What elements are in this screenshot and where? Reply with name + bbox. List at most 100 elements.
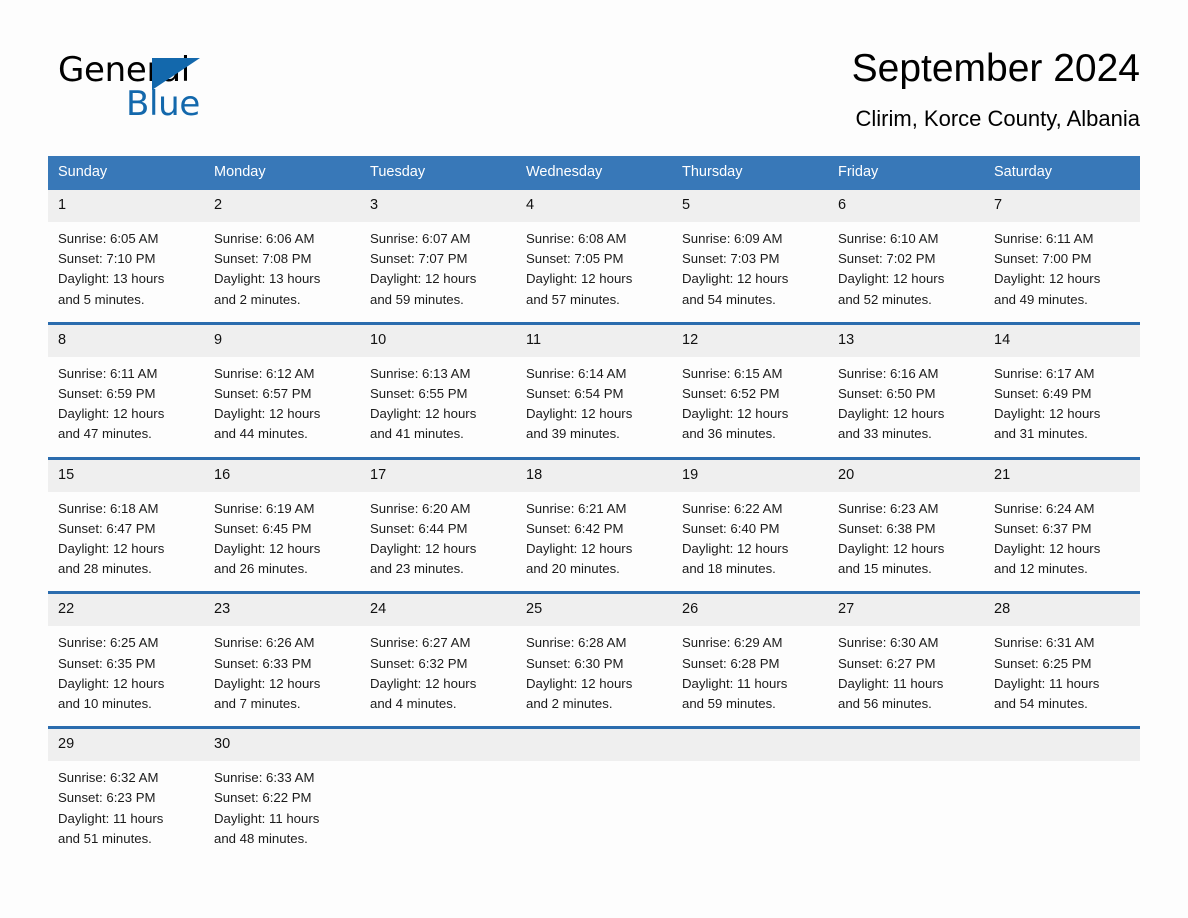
sunset-time: Sunset: 6:23 PM — [58, 790, 156, 806]
calendar-day-cell[interactable]: 10 Sunrise: 6:13 AM Sunset: 6:55 PM Dayligh… — [360, 321, 516, 459]
daylight-line-2: and 23 minutes. — [370, 561, 464, 577]
sunrise-time: Sunrise: 6:21 AM — [526, 500, 627, 516]
weekday-header-monday: Monday — [204, 156, 360, 190]
calendar-day-cell[interactable]: 28 Sunrise: 6:31 AM Sunset: 6:25 PM Dayligh… — [984, 591, 1140, 728]
daylight-line-2: and 20 minutes. — [526, 561, 620, 577]
calendar-day-cell[interactable]: 15 Sunrise: 6:18 AM Sunset: 6:47 PM Dayligh… — [48, 456, 204, 593]
calendar-day-cell[interactable]: 11 Sunrise: 6:14 AM Sunset: 6:54 PM Dayligh… — [516, 321, 672, 459]
sunset-time: Sunset: 6:35 PM — [58, 655, 156, 671]
daylight-line-2: and 31 minutes. — [994, 426, 1088, 442]
calendar-day-cell[interactable]: 19 Sunrise: 6:22 AM Sunset: 6:40 PM Dayligh… — [672, 456, 828, 593]
daylight-line-2: and 36 minutes. — [682, 426, 776, 442]
day-sun-info: Sunrise: 6:16 AM Sunset: 6:50 PM Daylight:… — [828, 357, 984, 457]
general-blue-logo[interactable]: General Blue — [48, 44, 288, 130]
day-cell-inner: 5 Sunrise: 6:09 AM Sunset: 7:03 PM Daylight… — [672, 190, 828, 322]
sunrise-time: Sunrise: 6:12 AM — [214, 365, 315, 381]
day-cell-inner: 7 Sunrise: 6:11 AM Sunset: 7:00 PM Daylight… — [984, 190, 1140, 322]
calendar-day-cell[interactable]: 12 Sunrise: 6:15 AM Sunset: 6:52 PM Dayligh… — [672, 321, 828, 459]
day-sun-info: Sunrise: 6:26 AM Sunset: 6:33 PM Daylight:… — [204, 626, 360, 726]
day-cell-inner: 8 Sunrise: 6:11 AM Sunset: 6:59 PM Daylight… — [48, 324, 204, 457]
day-cell-inner — [984, 729, 1140, 833]
page-subtitle: Clirim, Korce County, Albania — [855, 106, 1141, 131]
daylight-line-1: Daylight: 11 hours — [58, 810, 164, 826]
daylight-line-2: and 4 minutes. — [370, 696, 457, 712]
day-cell-inner: 18 Sunrise: 6:21 AM Sunset: 6:42 PM Dayligh… — [516, 459, 672, 592]
daylight-line-1: Daylight: 12 hours — [994, 271, 1101, 287]
calendar-day-cell[interactable]: 8 Sunrise: 6:11 AM Sunset: 6:59 PM Daylight… — [48, 321, 204, 459]
day-number: 24 — [360, 594, 516, 627]
daylight-line-1: Daylight: 12 hours — [682, 271, 789, 287]
sunset-time: Sunset: 6:30 PM — [526, 655, 624, 671]
calendar-day-cell[interactable]: 21 Sunrise: 6:24 AM Sunset: 6:37 PM Dayligh… — [984, 456, 1140, 593]
daylight-line-2: and 54 minutes. — [682, 291, 776, 307]
calendar-day-cell[interactable]: 26 Sunrise: 6:29 AM Sunset: 6:28 PM Dayligh… — [672, 591, 828, 728]
day-cell-inner — [828, 729, 984, 833]
daylight-line-2: and 49 minutes. — [994, 291, 1088, 307]
day-sun-info — [672, 761, 828, 833]
calendar-day-cell[interactable]: 24 Sunrise: 6:27 AM Sunset: 6:32 PM Dayligh… — [360, 591, 516, 728]
day-sun-info: Sunrise: 6:21 AM Sunset: 6:42 PM Daylight:… — [516, 492, 672, 592]
day-cell-inner: 28 Sunrise: 6:31 AM Sunset: 6:25 PM Dayligh… — [984, 594, 1140, 726]
sunrise-time: Sunrise: 6:30 AM — [838, 635, 939, 651]
day-cell-inner: 27 Sunrise: 6:30 AM Sunset: 6:27 PM Dayligh… — [828, 594, 984, 726]
daylight-line-1: Daylight: 11 hours — [214, 810, 320, 826]
day-cell-inner: 15 Sunrise: 6:18 AM Sunset: 6:47 PM Dayligh… — [48, 459, 204, 592]
calendar-day-cell[interactable]: 5 Sunrise: 6:09 AM Sunset: 7:03 PM Daylight… — [672, 190, 828, 324]
calendar-day-cell[interactable]: 18 Sunrise: 6:21 AM Sunset: 6:42 PM Dayligh… — [516, 456, 672, 593]
day-cell-inner: 19 Sunrise: 6:22 AM Sunset: 6:40 PM Dayligh… — [672, 459, 828, 592]
sunset-time: Sunset: 6:38 PM — [838, 520, 936, 536]
calendar-day-cell[interactable]: 30 Sunrise: 6:33 AM Sunset: 6:22 PM Dayligh… — [204, 726, 360, 862]
sunset-time: Sunset: 7:03 PM — [682, 251, 780, 267]
calendar-day-cell[interactable]: 7 Sunrise: 6:11 AM Sunset: 7:00 PM Daylight… — [984, 190, 1140, 324]
daylight-line-2: and 7 minutes. — [214, 696, 301, 712]
calendar-day-cell[interactable]: 29 Sunrise: 6:32 AM Sunset: 6:23 PM Dayligh… — [48, 726, 204, 862]
sunset-time: Sunset: 7:08 PM — [214, 251, 312, 267]
calendar-day-cell[interactable]: 4 Sunrise: 6:08 AM Sunset: 7:05 PM Daylight… — [516, 190, 672, 324]
calendar-day-cell[interactable]: 6 Sunrise: 6:10 AM Sunset: 7:02 PM Daylight… — [828, 190, 984, 324]
day-sun-info: Sunrise: 6:09 AM Sunset: 7:03 PM Daylight:… — [672, 222, 828, 322]
calendar-day-cell[interactable]: 14 Sunrise: 6:17 AM Sunset: 6:49 PM Dayligh… — [984, 321, 1140, 459]
calendar-day-cell[interactable]: 20 Sunrise: 6:23 AM Sunset: 6:38 PM Dayligh… — [828, 456, 984, 593]
day-sun-info: Sunrise: 6:14 AM Sunset: 6:54 PM Daylight:… — [516, 357, 672, 457]
calendar-day-cell[interactable]: 9 Sunrise: 6:12 AM Sunset: 6:57 PM Daylight… — [204, 321, 360, 459]
calendar-day-cell[interactable]: 3 Sunrise: 6:07 AM Sunset: 7:07 PM Daylight… — [360, 190, 516, 324]
day-sun-info: Sunrise: 6:07 AM Sunset: 7:07 PM Daylight:… — [360, 222, 516, 322]
calendar-day-cell[interactable]: 22 Sunrise: 6:25 AM Sunset: 6:35 PM Dayligh… — [48, 591, 204, 728]
day-number: 22 — [48, 594, 204, 627]
sunrise-time: Sunrise: 6:22 AM — [682, 500, 783, 516]
sunrise-time: Sunrise: 6:08 AM — [526, 231, 627, 246]
calendar-day-cell[interactable]: 2 Sunrise: 6:06 AM Sunset: 7:08 PM Daylight… — [204, 190, 360, 324]
calendar-day-cell[interactable]: 16 Sunrise: 6:19 AM Sunset: 6:45 PM Dayligh… — [204, 456, 360, 593]
calendar-day-cell[interactable]: 13 Sunrise: 6:16 AM Sunset: 6:50 PM Dayligh… — [828, 321, 984, 459]
day-cell-inner: 1 Sunrise: 6:05 AM Sunset: 7:10 PM Daylight… — [48, 190, 204, 322]
daylight-line-2: and 52 minutes. — [838, 291, 932, 307]
sunset-time: Sunset: 6:59 PM — [58, 386, 156, 402]
daylight-line-1: Daylight: 12 hours — [682, 541, 789, 557]
day-sun-info: Sunrise: 6:29 AM Sunset: 6:28 PM Daylight:… — [672, 626, 828, 726]
day-cell-inner: 13 Sunrise: 6:16 AM Sunset: 6:50 PM Dayligh… — [828, 324, 984, 457]
calendar-day-cell[interactable]: 27 Sunrise: 6:30 AM Sunset: 6:27 PM Dayligh… — [828, 591, 984, 728]
daylight-line-1: Daylight: 12 hours — [370, 406, 477, 422]
day-sun-info: Sunrise: 6:24 AM Sunset: 6:37 PM Daylight:… — [984, 492, 1140, 592]
day-cell-inner: 9 Sunrise: 6:12 AM Sunset: 6:57 PM Daylight… — [204, 324, 360, 457]
day-cell-inner — [516, 729, 672, 833]
sunrise-time: Sunrise: 6:24 AM — [994, 500, 1095, 516]
calendar-day-cell[interactable]: 23 Sunrise: 6:26 AM Sunset: 6:33 PM Dayligh… — [204, 591, 360, 728]
calendar-day-cell[interactable]: 1 Sunrise: 6:05 AM Sunset: 7:10 PM Daylight… — [48, 190, 204, 324]
day-cell-inner: 11 Sunrise: 6:14 AM Sunset: 6:54 PM Dayligh… — [516, 324, 672, 457]
sunrise-time: Sunrise: 6:18 AM — [58, 500, 159, 516]
sunrise-time: Sunrise: 6:32 AM — [58, 770, 159, 786]
sunrise-time: Sunrise: 6:15 AM — [682, 365, 783, 381]
sunset-time: Sunset: 6:45 PM — [214, 520, 312, 536]
day-number — [360, 729, 516, 762]
calendar-day-cell[interactable]: 25 Sunrise: 6:28 AM Sunset: 6:30 PM Dayligh… — [516, 591, 672, 728]
calendar-day-cell[interactable]: 17 Sunrise: 6:20 AM Sunset: 6:44 PM Dayligh… — [360, 456, 516, 593]
sunset-time: Sunset: 7:10 PM — [58, 251, 156, 267]
sunset-time: Sunset: 6:40 PM — [682, 520, 780, 536]
day-sun-info: Sunrise: 6:27 AM Sunset: 6:32 PM Daylight:… — [360, 626, 516, 726]
sunrise-time: Sunrise: 6:06 AM — [214, 231, 315, 246]
calendar-day-cell-empty — [828, 726, 984, 862]
sunrise-time: Sunrise: 6:14 AM — [526, 365, 627, 381]
day-number: 9 — [204, 324, 360, 357]
day-number: 14 — [984, 324, 1140, 357]
